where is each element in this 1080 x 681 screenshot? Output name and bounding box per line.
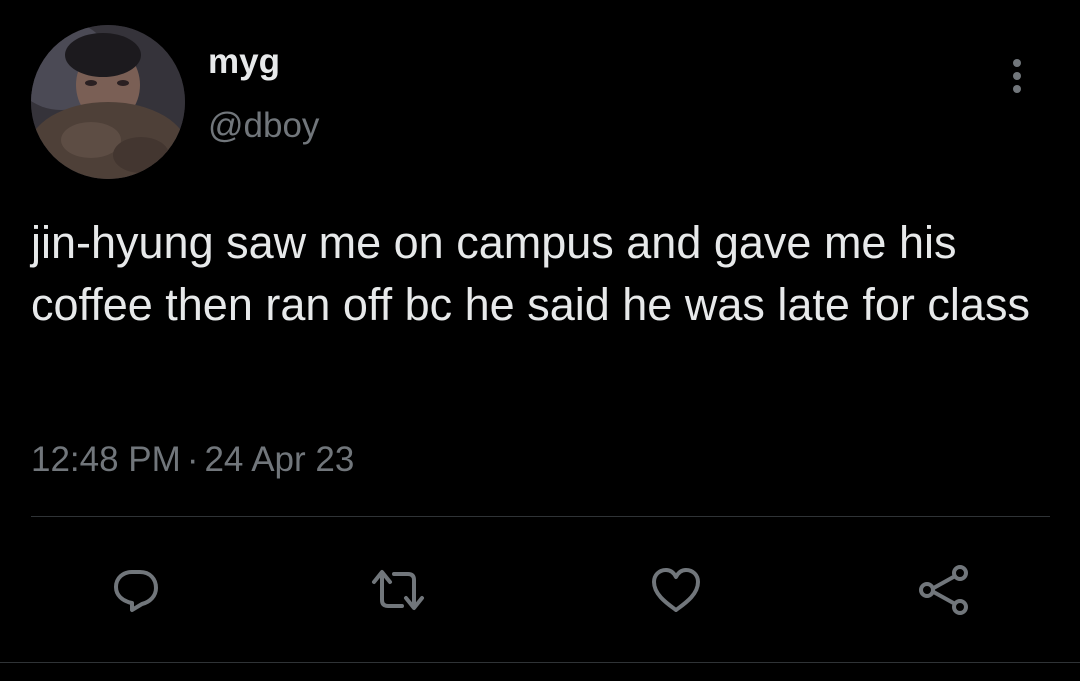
retweet-arrows-icon xyxy=(372,570,424,610)
author-handle[interactable]: @dboy xyxy=(208,104,319,148)
share-button[interactable] xyxy=(914,560,974,620)
meta-separator: · xyxy=(186,440,199,479)
tweet-time: 12:48 PM xyxy=(31,440,181,479)
more-options-button[interactable] xyxy=(996,52,1038,100)
tweet-text: jin-hyung saw me on campus and gave me h… xyxy=(31,217,1030,330)
avatar[interactable] xyxy=(31,25,185,179)
tweet-timestamp[interactable]: 12:48 PM · 24 Apr 23 xyxy=(31,438,354,482)
author-display-name[interactable]: myg xyxy=(208,42,280,82)
reply-button[interactable] xyxy=(106,560,166,620)
retweet-button[interactable] xyxy=(368,560,428,620)
avatar-photo xyxy=(31,25,185,179)
actions-divider xyxy=(31,516,1050,517)
tweet-date: 24 Apr 23 xyxy=(204,440,355,479)
more-vertical-icon-dot-2 xyxy=(1013,72,1021,80)
more-vertical-icon xyxy=(1013,59,1021,67)
bottom-divider xyxy=(0,662,1080,663)
share-nodes-icon xyxy=(919,565,968,615)
heart-icon xyxy=(652,568,700,612)
like-button[interactable] xyxy=(646,560,706,620)
speech-bubble-icon xyxy=(114,570,158,612)
more-vertical-icon-dot-3 xyxy=(1013,85,1021,93)
